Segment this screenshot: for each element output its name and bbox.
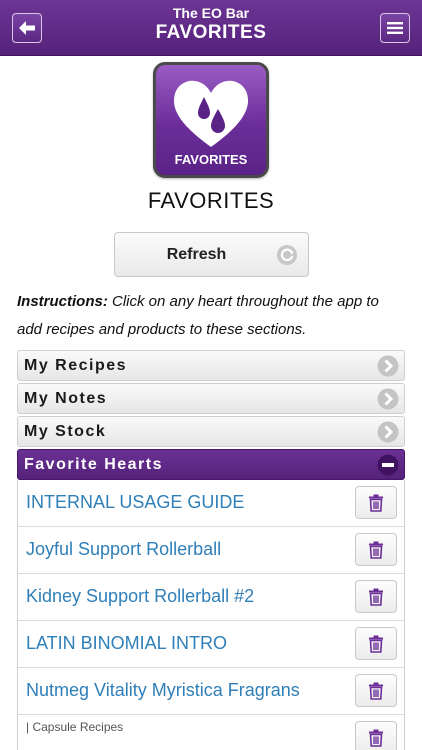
minus-circle-icon	[377, 454, 399, 476]
accordion-label: My Stock	[24, 423, 107, 440]
delete-button[interactable]	[355, 580, 397, 613]
section-title: FAVORITES	[147, 188, 275, 213]
refresh-label: Refresh	[166, 246, 227, 263]
chevron-right-circle-icon	[377, 355, 399, 377]
list-item[interactable]: Kidney Support Rollerball #2	[18, 574, 404, 621]
instructions-lead: Instructions:	[17, 293, 108, 310]
hamburger-menu-icon	[387, 22, 403, 34]
heart-drops-icon	[173, 80, 249, 147]
refresh-button[interactable]: Refresh	[114, 232, 309, 277]
delete-button[interactable]	[355, 674, 397, 707]
accordion-label: My Notes	[24, 390, 108, 407]
chevron-right-circle-icon	[377, 421, 399, 443]
menu-button[interactable]	[380, 13, 410, 43]
accordion-label: Favorite Hearts	[24, 456, 163, 473]
delete-button[interactable]	[355, 721, 397, 750]
hero-label: FAVORITES	[174, 152, 248, 167]
favorite-link[interactable]: INTERNAL USAGE GUIDE	[26, 492, 244, 513]
accordion-favorite-hearts[interactable]: Favorite Hearts	[17, 449, 405, 480]
delete-button[interactable]	[355, 533, 397, 566]
favorite-link[interactable]: Nutmeg Vitality Myristica Fragrans	[26, 680, 300, 701]
page-title: FAVORITES	[155, 22, 267, 43]
trash-icon	[369, 494, 383, 512]
app-header: The EO Bar FAVORITES	[0, 0, 422, 56]
refresh-icon	[277, 245, 297, 265]
accordion-my-notes[interactable]: My Notes	[17, 383, 405, 414]
trash-icon	[369, 682, 383, 700]
chevron-right-circle-icon	[377, 388, 399, 410]
list-item[interactable]: INTERNAL USAGE GUIDE	[18, 480, 404, 527]
delete-button[interactable]	[355, 627, 397, 660]
accordion-label: My Recipes	[24, 357, 128, 374]
list-item[interactable]: | Capsule Recipes	[18, 715, 404, 750]
trash-icon	[369, 541, 383, 559]
favorite-link[interactable]: Kidney Support Rollerball #2	[26, 586, 254, 607]
list-item[interactable]: Joyful Support Rollerball	[18, 527, 404, 574]
favorites-hero-icon: FAVORITES	[153, 62, 269, 178]
list-item[interactable]: LATIN BINOMIAL INTRO	[18, 621, 404, 668]
app-name: The EO Bar	[172, 5, 250, 21]
delete-button[interactable]	[355, 486, 397, 519]
accordion-my-recipes[interactable]: My Recipes	[17, 350, 405, 381]
instructions-text: Instructions: Click on any heart through…	[17, 288, 397, 344]
favorite-link[interactable]: Joyful Support Rollerball	[26, 539, 221, 560]
favorite-link[interactable]: LATIN BINOMIAL INTRO	[26, 633, 227, 654]
trash-icon	[369, 729, 383, 747]
trash-icon	[369, 588, 383, 606]
trash-icon	[369, 635, 383, 653]
list-item[interactable]: Nutmeg Vitality Myristica Fragrans	[18, 668, 404, 715]
accordion-my-stock[interactable]: My Stock	[17, 416, 405, 447]
favorites-list: INTERNAL USAGE GUIDE Joyful Support Roll…	[17, 480, 405, 750]
favorite-category[interactable]: | Capsule Recipes	[26, 720, 123, 734]
